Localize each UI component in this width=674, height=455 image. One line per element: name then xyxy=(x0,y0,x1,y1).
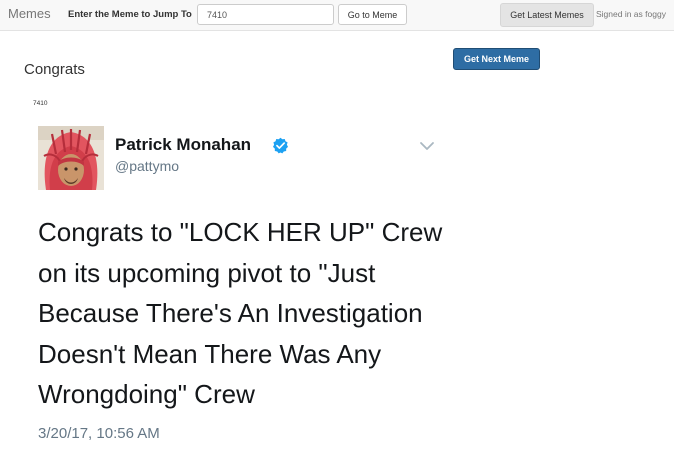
tweet-author-name[interactable]: Patrick Monahan xyxy=(115,135,251,155)
go-to-meme-button[interactable]: Go to Meme xyxy=(338,4,407,25)
tweet-text-line: Wrongdoing" Crew xyxy=(38,379,255,409)
chevron-down-icon[interactable] xyxy=(419,140,435,152)
signed-in-status: Signed in as foggy xyxy=(596,9,666,19)
meme-number-input[interactable] xyxy=(197,4,334,25)
tweet-text-line: Congrats to "LOCK HER UP" Crew xyxy=(38,217,443,247)
tweet-timestamp[interactable]: 3/20/17, 10:56 AM xyxy=(38,425,160,442)
avatar xyxy=(38,126,104,190)
tweet-text-line: Because There's An Investigation xyxy=(38,298,423,328)
brand-link[interactable]: Memes xyxy=(8,6,51,21)
tweet-text-line: Doesn't Mean There Was Any xyxy=(38,338,382,369)
tweet-text: Congrats to "LOCK HER UP" Crew on its up… xyxy=(38,212,443,415)
tweet-text-line: on its upcoming pivot to "Just xyxy=(38,257,376,288)
verified-check-icon xyxy=(272,137,289,154)
get-next-meme-button[interactable]: Get Next Meme xyxy=(453,48,540,70)
page-title: Congrats xyxy=(24,61,85,78)
top-navbar: Memes Enter the Meme to Jump To Go to Me… xyxy=(0,0,674,31)
get-latest-memes-button[interactable]: Get Latest Memes xyxy=(500,3,594,27)
jump-to-label: Enter the Meme to Jump To xyxy=(68,9,192,20)
tweet-author-handle[interactable]: @pattymo xyxy=(115,158,179,174)
meme-id-label: 7410 xyxy=(33,100,48,107)
